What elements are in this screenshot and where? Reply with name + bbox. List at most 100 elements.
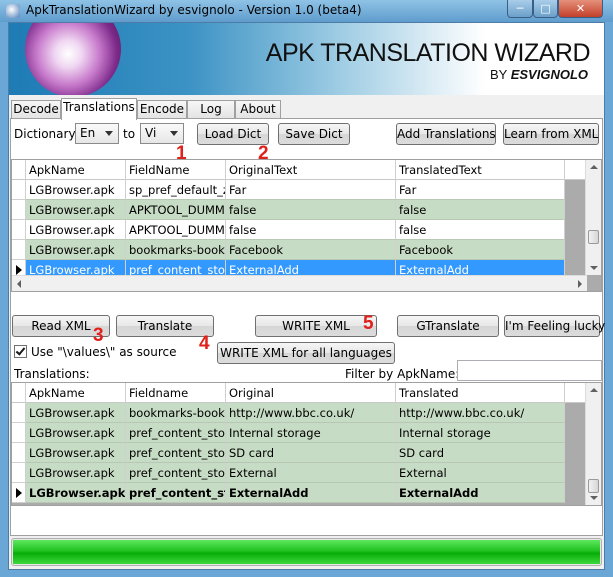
cell-translatedtext[interactable]: Facebook — [396, 240, 565, 260]
tab-about[interactable]: About — [235, 100, 281, 119]
scroll-down-icon[interactable] — [590, 496, 598, 500]
table-row[interactable]: LGBrowser.apk APKTOOL_DUMM false false — [12, 200, 587, 220]
table-row[interactable]: LGBrowser.apk bookmarks-bookm Facebook F… — [12, 240, 587, 260]
use-values-label[interactable]: Use "\values\" as source — [31, 345, 176, 359]
cell-fieldname[interactable]: sp_pref_default_zo — [126, 180, 226, 200]
column-header-translatedtext[interactable]: TranslatedText — [396, 160, 565, 180]
to-language-select[interactable]: Vi — [140, 123, 184, 144]
table-row[interactable]: LGBrowser.apk pref_content_stor SD card … — [12, 443, 587, 463]
add-translations-button[interactable]: Add Translations — [396, 123, 496, 145]
cell-original[interactable]: SD card — [226, 443, 396, 463]
scrollbar-thumb[interactable] — [588, 230, 599, 244]
column-header-original[interactable]: Original — [226, 383, 396, 403]
table-row[interactable]: LGBrowser.apk sp_pref_default_zo Far Far — [12, 180, 587, 200]
table-row-current[interactable]: LGBrowser.apk pref_content_sto ExternalA… — [12, 483, 587, 503]
table-row[interactable]: LGBrowser.apk pref_content_stor External… — [12, 463, 587, 483]
from-language-select[interactable]: En — [75, 123, 119, 144]
tab-decode[interactable]: Decode — [11, 100, 61, 119]
scroll-left-icon[interactable] — [17, 280, 21, 288]
cell-originaltext[interactable]: false — [226, 200, 396, 220]
cell-apkname[interactable]: LGBrowser.apk — [26, 423, 126, 443]
close-button[interactable]: ✕ — [558, 0, 603, 18]
cell-fieldname[interactable]: pref_content_stor — [126, 423, 226, 443]
column-header-originaltext[interactable]: OriginalText — [226, 160, 396, 180]
cell-translatedtext[interactable]: false — [396, 220, 565, 240]
column-header-apkname[interactable]: ApkName — [26, 160, 126, 180]
maximize-button[interactable]: □ — [533, 0, 558, 18]
use-values-checkbox[interactable] — [14, 345, 27, 358]
row-header[interactable] — [12, 240, 26, 260]
cell-translated[interactable]: ExternalAdd — [396, 483, 565, 503]
row-header[interactable] — [12, 423, 26, 443]
column-header-translated[interactable]: Translated — [396, 383, 565, 403]
translations-grid-vertical-scrollbar[interactable] — [585, 383, 601, 505]
filter-apkname-input[interactable] — [457, 360, 602, 381]
cell-original[interactable]: ExternalAdd — [226, 483, 396, 503]
cell-originaltext[interactable]: Facebook — [226, 240, 396, 260]
cell-translated[interactable]: External — [396, 463, 565, 483]
cell-fieldname[interactable]: bookmarks-bookm — [126, 240, 226, 260]
scrollbar-thumb[interactable] — [588, 479, 599, 493]
tab-log[interactable]: Log — [187, 100, 235, 119]
minimize-button[interactable]: ─ — [507, 0, 533, 18]
write-xml-all-languages-button[interactable]: WRITE XML for all languages — [217, 342, 395, 364]
scroll-up-icon[interactable] — [590, 165, 598, 169]
cell-apkname[interactable]: LGBrowser.apk — [26, 443, 126, 463]
cell-apkname[interactable]: LGBrowser.apk — [26, 200, 126, 220]
scroll-up-icon[interactable] — [590, 388, 598, 392]
column-header-fieldname[interactable]: FieldName — [126, 160, 226, 180]
title-bar[interactable]: ApkTranslationWizard by esvignolo - Vers… — [0, 0, 613, 22]
tab-encode[interactable]: Encode — [137, 100, 187, 119]
gtranslate-button[interactable]: GTranslate — [397, 315, 499, 337]
cell-originaltext[interactable]: false — [226, 220, 396, 240]
cell-apkname[interactable]: LGBrowser.apk — [26, 403, 126, 423]
cell-originaltext[interactable]: Far — [226, 180, 396, 200]
scroll-right-icon[interactable] — [578, 280, 582, 288]
cell-fieldname[interactable]: APKTOOL_DUMM — [126, 200, 226, 220]
cell-apkname[interactable]: LGBrowser.apk — [26, 220, 126, 240]
dictionary-grid-vertical-scrollbar[interactable] — [585, 160, 601, 275]
cell-translated[interactable]: SD card — [396, 443, 565, 463]
translations-grid[interactable]: ApkName Fieldname Original Translated LG… — [11, 382, 602, 506]
cell-fieldname[interactable]: pref_content_sto — [126, 483, 226, 503]
row-header[interactable] — [12, 403, 26, 423]
table-row[interactable]: LGBrowser.apk APKTOOL_DUMM false false — [12, 220, 587, 240]
table-row[interactable]: LGBrowser.apk bookmarks-bookm http://www… — [12, 403, 587, 423]
cell-translatedtext[interactable]: false — [396, 200, 565, 220]
cell-fieldname[interactable]: APKTOOL_DUMM — [126, 220, 226, 240]
dictionary-grid-horizontal-scrollbar[interactable] — [12, 275, 587, 291]
row-header[interactable] — [12, 220, 26, 240]
cell-fieldname[interactable]: pref_content_stor — [126, 443, 226, 463]
cell-original[interactable]: Internal storage — [226, 423, 396, 443]
cell-translated[interactable]: http://www.bbc.co.uk/ — [396, 403, 565, 423]
cell-translatedtext[interactable]: Far — [396, 180, 565, 200]
table-row[interactable]: LGBrowser.apk pref_content_stor Internal… — [12, 423, 587, 443]
cell-apkname[interactable]: LGBrowser.apk — [26, 483, 126, 503]
learn-from-xml-button[interactable]: Learn from XML — [503, 123, 599, 145]
cell-apkname[interactable]: LGBrowser.apk — [26, 463, 126, 483]
write-xml-button[interactable]: WRITE XML — [255, 315, 377, 337]
cell-apkname[interactable]: LGBrowser.apk — [26, 240, 126, 260]
cell-original[interactable]: External — [226, 463, 396, 483]
column-header-apkname[interactable]: ApkName — [26, 383, 126, 403]
cell-original[interactable]: http://www.bbc.co.uk/ — [226, 403, 396, 423]
cell-translated[interactable]: Internal storage — [396, 423, 565, 443]
annotation-number-3: 3 — [93, 325, 104, 346]
tab-translations[interactable]: Translations — [61, 98, 137, 120]
load-dict-button[interactable]: Load Dict — [197, 123, 269, 145]
client-area: APK TRANSLATION WIZARD BY ESVIGNOLO Deco… — [8, 22, 605, 570]
row-header[interactable] — [12, 483, 26, 503]
feeling-lucky-button[interactable]: I'm Feeling lucky — [504, 315, 605, 337]
cell-fieldname[interactable]: bookmarks-bookm — [126, 403, 226, 423]
dictionary-grid[interactable]: ApkName FieldName OriginalText Translate… — [11, 159, 602, 292]
column-header-fieldname[interactable]: Fieldname — [126, 383, 226, 403]
row-header[interactable] — [12, 443, 26, 463]
row-header[interactable] — [12, 200, 26, 220]
row-header[interactable] — [12, 463, 26, 483]
cell-fieldname[interactable]: pref_content_stor — [126, 463, 226, 483]
cell-apkname[interactable]: LGBrowser.apk — [26, 180, 126, 200]
scroll-down-icon[interactable] — [590, 266, 598, 270]
dictionary-label: Dictionary: — [14, 127, 79, 141]
save-dict-button[interactable]: Save Dict — [278, 123, 350, 145]
row-header[interactable] — [12, 180, 26, 200]
